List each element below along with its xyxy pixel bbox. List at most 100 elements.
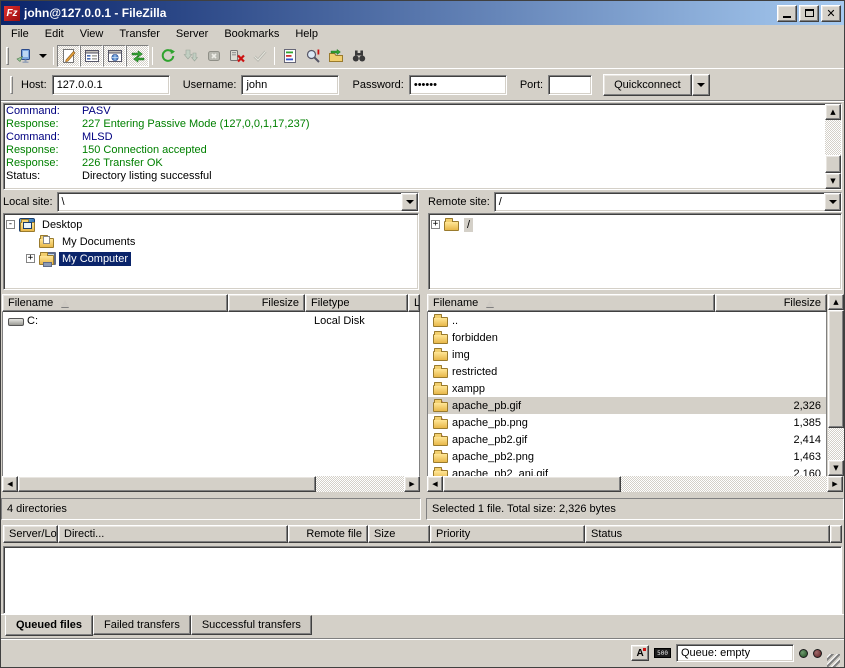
queue-tab[interactable]: Successful transfers [191,615,312,635]
toggle-transfer-queue-button[interactable] [126,45,149,67]
scroll-down-button[interactable]: ▼ [828,460,844,476]
file-row[interactable]: .. [428,312,826,329]
scroll-up-button[interactable]: ▲ [828,294,844,310]
column-header-filesize[interactable]: Filesize [715,294,827,312]
file-search-button[interactable] [301,45,324,67]
local-horizontal-scrollbar[interactable]: ◀ ▶ [2,476,420,492]
local-site-dropdown-button[interactable] [401,193,418,211]
queue-tab[interactable]: Failed transfers [93,615,191,635]
scroll-thumb[interactable] [18,476,316,492]
mode-badge[interactable]: 500 [654,648,671,658]
queue-column-header[interactable]: Status [585,525,830,543]
scroll-right-button[interactable]: ▶ [827,476,843,492]
tree-item[interactable]: My Computer [26,250,416,267]
remote-horizontal-scrollbar[interactable]: ◀ ▶ [427,476,843,492]
scroll-thumb[interactable] [828,310,844,428]
scroll-track[interactable] [825,120,841,155]
queue-column-header[interactable]: Size [368,525,430,543]
file-row[interactable]: apache_pb2.gif 2,414 [428,431,826,448]
host-input[interactable]: 127.0.0.1 [52,75,170,95]
queue-list[interactable] [3,546,842,614]
tree-item[interactable]: My Documents [26,233,416,250]
toggle-message-log-button[interactable] [57,45,80,67]
refresh-button[interactable] [156,45,179,67]
file-row[interactable]: C: Local Disk [3,312,419,329]
file-row[interactable]: xampp [428,380,826,397]
scroll-right-button[interactable]: ▶ [404,476,420,492]
quickconnect-button[interactable]: Quickconnect [603,74,692,96]
file-row[interactable]: apache_pb2.png 1,463 [428,448,826,465]
close-button[interactable]: ✕ [821,5,841,22]
tree-expander[interactable] [431,220,440,229]
cancel-operation-button[interactable] [202,45,225,67]
filter-button[interactable] [278,45,301,67]
disconnect-button[interactable] [225,45,248,67]
scroll-thumb[interactable] [443,476,621,492]
username-input[interactable]: john [241,75,339,95]
column-header-filename[interactable]: Filename [2,294,228,312]
site-manager-dropdown-button[interactable] [35,45,50,67]
filezilla-logo-icon[interactable]: Fz [4,6,20,21]
scroll-down-button[interactable]: ▼ [825,173,841,189]
toggle-local-tree-button[interactable] [80,45,103,67]
title-bar: Fz john@127.0.0.1 - FileZilla ✕ [1,1,844,25]
remote-vertical-scrollbar[interactable]: ▲ ▼ [828,294,844,476]
queue-column-header[interactable] [830,525,842,543]
queue-column-header[interactable]: Server/Local file [3,525,58,543]
menu-item[interactable]: View [72,26,112,42]
file-row[interactable]: forbidden [428,329,826,346]
file-row[interactable]: img [428,346,826,363]
menu-item[interactable]: Server [168,26,216,42]
scroll-left-button[interactable]: ◀ [427,476,443,492]
scroll-up-button[interactable]: ▲ [825,104,841,120]
queue-column-header[interactable]: Directi... [58,525,288,543]
directory-comparison-button[interactable] [347,45,370,67]
password-input[interactable]: •••••• [409,75,507,95]
remote-site-combo[interactable]: / [494,192,842,212]
column-header-filetype[interactable]: Filetype [305,294,408,312]
menu-item[interactable]: Transfer [111,26,168,42]
local-site-combo[interactable]: \ [57,192,419,212]
transfer-type-indicator[interactable]: A [631,645,649,661]
column-header-filesize[interactable]: Filesize [228,294,305,312]
queue-tab[interactable]: Queued files [5,615,93,636]
transfer-queue: Server/Local fileDirecti...Remote fileSi… [1,525,844,614]
menu-item[interactable]: Help [287,26,326,42]
abort-button[interactable] [248,45,271,67]
maximize-button[interactable] [799,5,819,22]
file-row[interactable]: apache_pb2_ani.gif 2,160 [428,465,826,476]
toggle-remote-tree-button[interactable] [103,45,126,67]
sort-ascending-icon [486,300,494,307]
menu-item[interactable]: Edit [37,26,72,42]
queue-column-header[interactable]: Priority [430,525,585,543]
tree-expander[interactable] [26,254,35,263]
file-row[interactable]: apache_pb.png 1,385 [428,414,826,431]
column-header-lastmodified[interactable]: L [408,294,420,312]
toolbar-grip[interactable] [6,47,9,65]
scroll-track[interactable] [621,476,827,492]
menu-item[interactable]: Bookmarks [216,26,287,42]
queue-column-header[interactable]: Remote file [288,525,368,543]
column-header-filename[interactable]: Filename [427,294,715,312]
site-manager-button[interactable] [12,45,35,67]
resize-grip[interactable] [827,654,840,667]
menu-item[interactable]: File [3,26,37,42]
scroll-track[interactable] [828,428,844,460]
tree-item[interactable]: / [431,216,839,233]
minimize-button[interactable] [777,5,797,22]
file-row[interactable]: restricted [428,363,826,380]
file-row[interactable]: apache_pb.gif 2,326 [428,397,826,414]
synchronized-browsing-button[interactable] [324,45,347,67]
remote-site-dropdown-button[interactable] [824,193,841,211]
process-queue-button[interactable] [179,45,202,67]
tree-item[interactable]: Desktop [6,216,416,233]
scroll-track[interactable] [316,476,404,492]
quickbar-grip[interactable] [10,76,13,94]
scroll-thumb[interactable] [825,155,841,173]
port-input[interactable] [548,75,592,95]
file-search-icon [305,48,321,64]
scroll-left-button[interactable]: ◀ [2,476,18,492]
tree-expander[interactable] [6,220,15,229]
log-vertical-scrollbar[interactable]: ▲ ▼ [825,104,841,189]
quickconnect-dropdown-button[interactable] [692,74,710,96]
